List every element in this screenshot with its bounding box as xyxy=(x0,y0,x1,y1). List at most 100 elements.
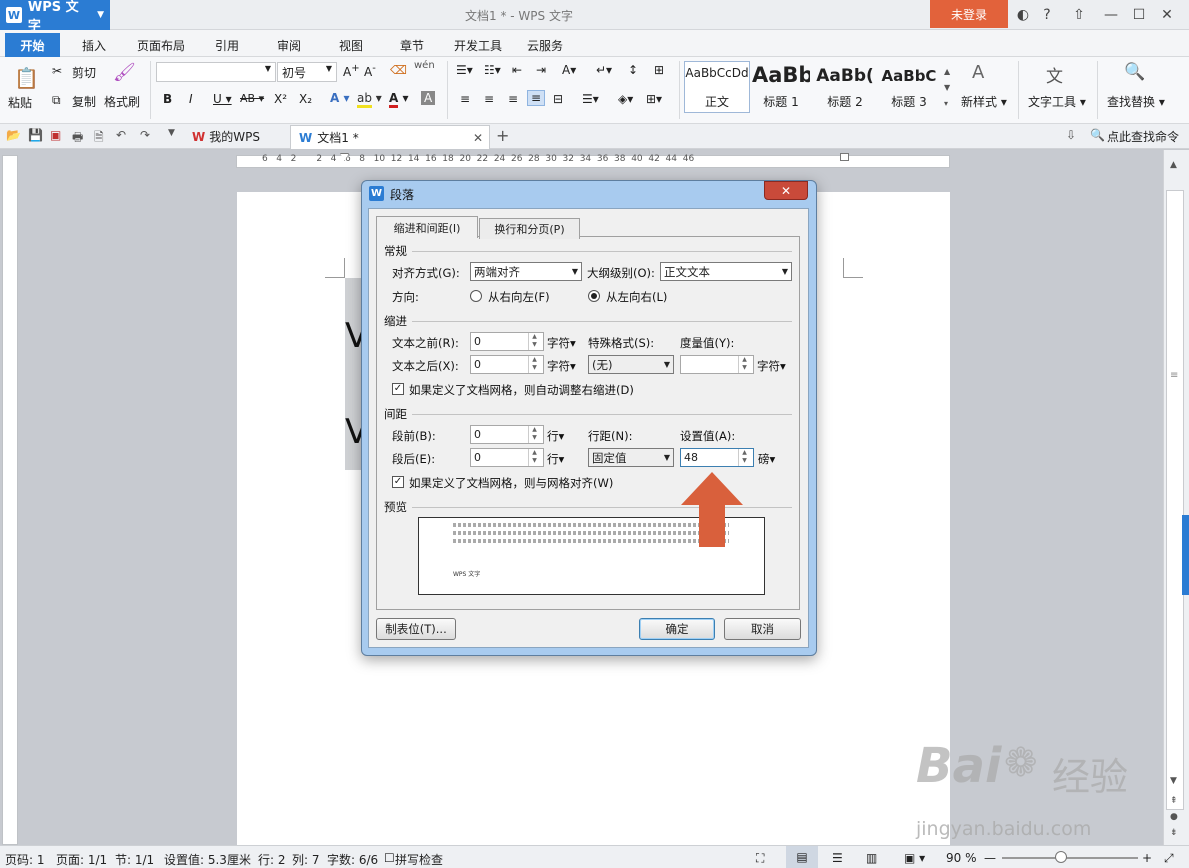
tab-cloud[interactable]: 云服务 xyxy=(527,37,563,54)
auto-adjust-checkbox[interactable]: ✓ xyxy=(392,383,404,395)
strikethrough-icon[interactable]: AB ▾ xyxy=(240,92,264,105)
font-name-combo[interactable]: ▼ xyxy=(156,62,276,82)
paste-button[interactable]: 粘贴 xyxy=(8,94,32,111)
app-menu-button[interactable]: W WPS 文字 ▼ xyxy=(0,0,110,34)
rtl-radio[interactable] xyxy=(470,290,482,302)
underline-icon[interactable]: U ▾ xyxy=(213,92,232,106)
vertical-ruler[interactable] xyxy=(2,155,18,845)
cut-button[interactable]: 剪切 xyxy=(72,64,96,81)
tab-view[interactable]: 视图 xyxy=(339,37,363,54)
decrease-indent-icon[interactable]: ⇤ xyxy=(512,63,522,77)
new-style-button[interactable]: 新样式 ▾ xyxy=(961,93,1007,110)
line-spacing-icon[interactable]: ☰▾ xyxy=(582,92,599,106)
find-replace-icon[interactable]: 🔍 xyxy=(1124,62,1145,82)
print-icon[interactable]: 🖶 xyxy=(72,128,83,149)
save-icon[interactable]: 💾 xyxy=(28,128,43,142)
outline-view-icon[interactable]: ☰ xyxy=(832,851,843,865)
format-painter-button[interactable]: 格式刷 xyxy=(104,93,140,110)
set-value-input[interactable]: 48 ▲ ▼ xyxy=(680,448,754,467)
format-painter-icon[interactable]: 🖌 xyxy=(113,62,136,83)
upload-icon[interactable]: ⇧ xyxy=(1066,4,1092,26)
zoom-slider[interactable] xyxy=(1002,857,1138,859)
tab-document[interactable]: W 文档1 * ✕ xyxy=(290,125,490,149)
font-color-icon[interactable]: A ▾ xyxy=(389,91,409,108)
print-preview-icon[interactable]: 🗎 xyxy=(94,128,104,149)
tab-home[interactable]: 开始 xyxy=(5,33,60,57)
snap-grid-checkbox[interactable]: ✓ xyxy=(392,476,404,488)
indent-after-unit[interactable]: 字符▾ xyxy=(547,358,576,374)
space-after-unit[interactable]: 行▾ xyxy=(547,451,564,467)
text-effect-icon[interactable]: A ▾ xyxy=(330,91,350,105)
status-spell[interactable]: 拼写检查 xyxy=(395,851,443,868)
measure-input[interactable]: ▲ ▼ xyxy=(680,355,754,374)
increase-indent-icon[interactable]: ⇥ xyxy=(536,63,546,77)
tab-references[interactable]: 引用 xyxy=(215,37,239,54)
outline-select[interactable]: 正文文本 ▼ xyxy=(660,262,792,281)
char-shading-icon[interactable]: A xyxy=(421,91,436,105)
search-command[interactable]: 点此查找命令 xyxy=(1107,128,1179,145)
tab-layout[interactable]: 页面布局 xyxy=(137,37,185,54)
close-tab-icon[interactable]: ✕ xyxy=(473,131,483,145)
ltr-radio[interactable] xyxy=(588,290,600,302)
copy-icon[interactable]: ⧉ xyxy=(52,93,61,108)
tabs-button[interactable]: 制表位(T)... xyxy=(376,618,456,640)
page-view-icon[interactable]: ▤ xyxy=(786,846,818,868)
shrink-font-icon[interactable]: A- xyxy=(364,63,376,79)
justify-icon[interactable]: ≡ xyxy=(527,90,546,106)
find-replace-button[interactable]: 查找替换 ▾ xyxy=(1107,93,1165,110)
tab-developer[interactable]: 开发工具 xyxy=(454,37,502,54)
fit-window-icon[interactable]: ⤢ xyxy=(1164,851,1174,866)
subscript-icon[interactable]: X₂ xyxy=(299,92,312,106)
protect-view-icon[interactable]: ▣ ▾ xyxy=(904,851,925,865)
undo-icon[interactable]: ↶ xyxy=(116,128,126,142)
spinner-icon[interactable]: ▲ ▼ xyxy=(528,426,540,443)
tab-line-page-break[interactable]: 换行和分页(P) xyxy=(479,218,580,239)
tab-insert[interactable]: 插入 xyxy=(82,37,106,54)
copy-button[interactable]: 复制 xyxy=(72,93,96,110)
dialog-close-button[interactable]: ✕ xyxy=(764,181,808,200)
spell-check-icon[interactable]: ☐ xyxy=(384,851,395,865)
bullet-list-icon[interactable]: ☰▾ xyxy=(456,63,473,77)
fullscreen-icon[interactable]: ⛶ xyxy=(756,851,764,866)
align-left-icon[interactable]: ≡ xyxy=(460,92,470,106)
spinner-icon[interactable]: ▲ ▼ xyxy=(738,449,750,466)
spinner-icon[interactable]: ▲ ▼ xyxy=(738,356,750,373)
ok-button[interactable]: 确定 xyxy=(639,618,715,640)
phonetic-icon[interactable]: wén xyxy=(414,60,435,71)
font-size-combo[interactable]: 初号 ▼ xyxy=(277,62,337,82)
indent-before-input[interactable]: 0 ▲ ▼ xyxy=(470,332,544,351)
text-tools-icon[interactable]: 文 xyxy=(1046,62,1063,87)
side-panel-toggle[interactable] xyxy=(1182,515,1189,595)
spinner-icon[interactable]: ▲ ▼ xyxy=(528,449,540,466)
space-after-input[interactable]: 0 ▲ ▼ xyxy=(470,448,544,467)
export-pdf-icon[interactable]: ▣ xyxy=(50,128,61,142)
right-indent-marker[interactable] xyxy=(840,153,849,161)
redo-icon[interactable]: ↷ xyxy=(140,128,150,142)
italic-icon[interactable]: I xyxy=(189,92,193,106)
indent-after-input[interactable]: 0 ▲ ▼ xyxy=(470,355,544,374)
distribute-icon[interactable]: ⊟ xyxy=(553,92,563,106)
highlight-icon[interactable]: ab ▾ xyxy=(357,91,382,108)
status-words[interactable]: 字数: 6/6 xyxy=(327,851,378,868)
align-center-icon[interactable]: ≡ xyxy=(484,92,494,106)
superscript-icon[interactable]: X² xyxy=(274,92,287,106)
zoom-slider-handle[interactable] xyxy=(1055,851,1067,863)
skin-icon[interactable]: ◐ xyxy=(1010,4,1036,26)
scroll-thumb[interactable] xyxy=(1166,190,1184,810)
numbered-list-icon[interactable]: ☷▾ xyxy=(484,63,501,77)
spinner-icon[interactable]: ▲ ▼ xyxy=(528,356,540,373)
measure-unit[interactable]: 字符▾ xyxy=(757,358,786,374)
open-icon[interactable]: 📂 xyxy=(6,128,21,142)
cancel-button[interactable]: 取消 xyxy=(724,618,801,640)
grow-font-icon[interactable]: A+ xyxy=(343,63,360,79)
web-view-icon[interactable]: ▥ xyxy=(866,851,877,865)
indent-before-unit[interactable]: 字符▾ xyxy=(547,335,576,351)
tab-indent-spacing[interactable]: 缩进和间距(I) xyxy=(376,216,478,238)
text-tools-button[interactable]: 文字工具 ▾ xyxy=(1028,93,1086,110)
line-spacing-select[interactable]: 固定值 ▼ xyxy=(588,448,674,467)
spinner-icon[interactable]: ▲ ▼ xyxy=(528,333,540,350)
login-button[interactable]: 未登录 xyxy=(930,0,1008,28)
chinese-layout-icon[interactable]: A▾ xyxy=(562,63,576,77)
bold-icon[interactable]: B xyxy=(163,92,172,106)
table-icon[interactable]: ⊞ xyxy=(654,63,664,77)
